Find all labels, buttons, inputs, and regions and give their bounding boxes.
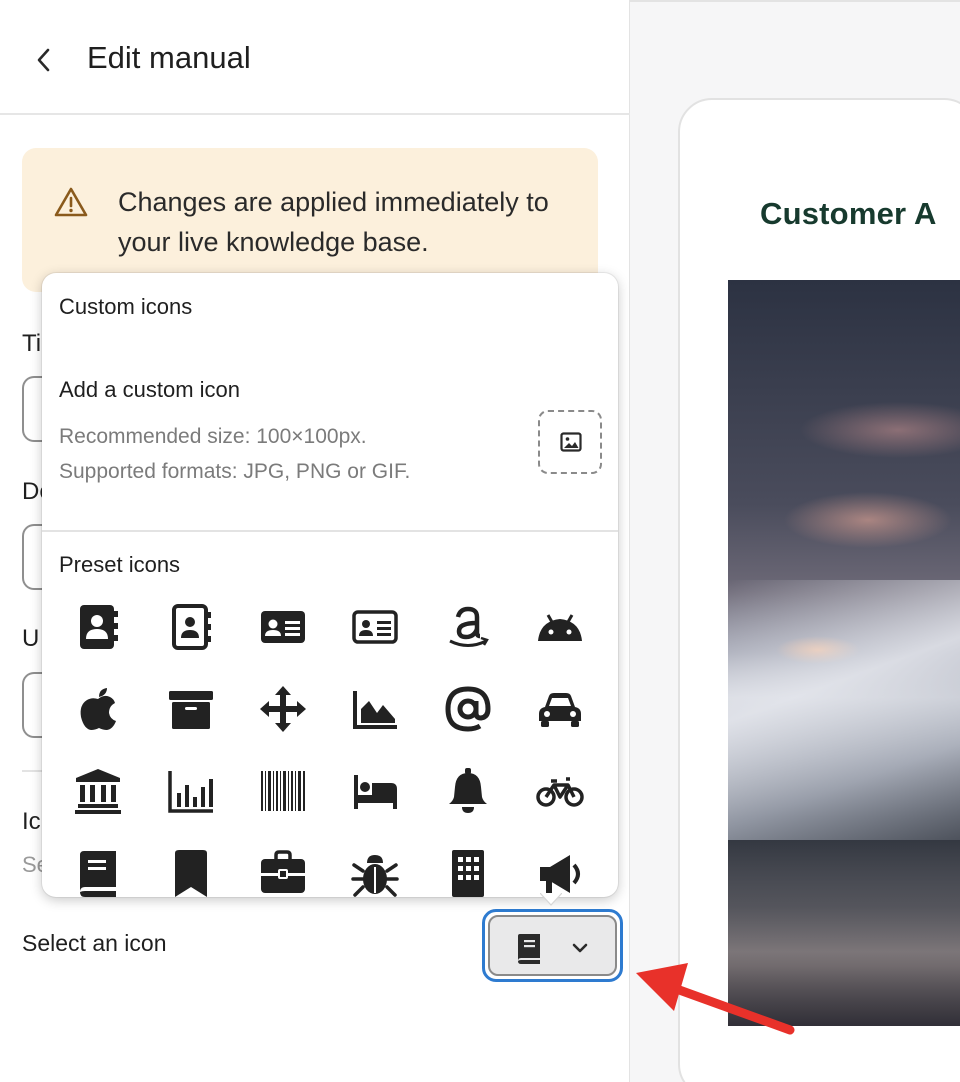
bug-icon — [351, 855, 399, 897]
icon-picker-popover: Custom icons Add a custom icon Recommend… — [42, 273, 618, 897]
custom-icons-heading: Custom icons — [59, 294, 193, 319]
warning-banner: Changes are applied immediately to your … — [22, 148, 598, 292]
apple-icon — [80, 688, 116, 730]
annotation-arrow — [636, 963, 795, 1035]
page-title: Edit manual — [87, 40, 251, 75]
preset-icon-bicycle[interactable] — [524, 755, 596, 827]
custom-icon-description: Recommended size: 100×100px. Supported f… — [59, 419, 410, 489]
add-custom-icon-title: Add a custom icon — [59, 377, 240, 402]
chevron-left-icon — [37, 48, 50, 72]
id-card-outline-icon — [352, 610, 398, 644]
preset-icon-apple[interactable] — [62, 673, 134, 745]
title-label: Ti — [22, 330, 42, 357]
preset-icons-heading: Preset icons — [59, 552, 181, 577]
preset-icon-amazon[interactable] — [432, 591, 504, 663]
bar-chart-icon — [168, 771, 213, 813]
preset-icon-megaphone[interactable] — [524, 837, 596, 897]
amazon-icon — [449, 606, 489, 647]
panel-header: Edit manual — [0, 2, 630, 115]
preset-icon-bell[interactable] — [432, 755, 504, 827]
preset-icon-bug[interactable] — [339, 837, 411, 897]
url-label: U — [22, 625, 40, 652]
customer-name: Customer A — [760, 196, 937, 231]
archive-box-icon — [169, 691, 213, 729]
megaphone-icon — [540, 855, 580, 895]
move-arrows-icon — [260, 686, 306, 732]
icon-section-label: Ic — [22, 808, 41, 835]
at-sign-icon — [445, 686, 491, 732]
preset-icon-briefcase[interactable] — [247, 837, 319, 897]
warning-text: Changes are applied immediately to your … — [118, 187, 549, 257]
bank-icon — [75, 769, 121, 814]
car-icon — [539, 693, 581, 727]
preset-icon-bookmark[interactable] — [155, 837, 227, 897]
preset-icon-archive-box[interactable] — [155, 673, 227, 745]
popover-divider — [42, 530, 618, 532]
book-icon — [518, 934, 540, 964]
preset-icon-book[interactable] — [62, 837, 134, 897]
preset-icon-bar-chart[interactable] — [155, 755, 227, 827]
custom-icon-size-hint: Recommended size: 100×100px. — [59, 425, 367, 448]
custom-icon-format-hint: Supported formats: JPG, PNG or GIF. — [59, 460, 411, 483]
icon-select-inner — [488, 915, 617, 976]
chevron-down-icon — [572, 943, 588, 953]
bicycle-icon — [536, 777, 584, 807]
building-icon — [452, 850, 484, 897]
preset-icon-car[interactable] — [524, 673, 596, 745]
preset-icon-id-card-outline[interactable] — [339, 591, 411, 663]
preset-icon-bank[interactable] — [62, 755, 134, 827]
id-card-icon — [261, 611, 305, 643]
popover-caret — [540, 893, 562, 906]
hero-snow-layer — [728, 580, 960, 840]
preset-icon-barcode[interactable] — [247, 755, 319, 827]
preset-icon-id-card[interactable] — [247, 591, 319, 663]
briefcase-icon — [261, 850, 305, 893]
hero-image — [728, 280, 960, 1026]
icon-select-button[interactable] — [482, 909, 623, 982]
bed-icon — [354, 775, 397, 809]
preset-icon-building[interactable] — [432, 837, 504, 897]
bell-icon — [449, 768, 487, 813]
preset-icon-contact-book[interactable] — [155, 591, 227, 663]
contact-book-icon — [172, 604, 211, 650]
barcode-icon — [261, 771, 305, 811]
preset-icon-android[interactable] — [524, 591, 596, 663]
image-icon — [560, 432, 582, 452]
select-icon-label: Select an icon — [22, 930, 167, 956]
area-chart-icon — [353, 691, 397, 729]
preset-icon-bed[interactable] — [339, 755, 411, 827]
upload-custom-icon-button[interactable] — [538, 410, 602, 474]
book-icon — [80, 851, 116, 897]
preset-icon-move[interactable] — [247, 673, 319, 745]
preview-frame: Customer A — [678, 98, 960, 1082]
warning-triangle-icon — [54, 187, 88, 217]
preset-icon-at[interactable] — [432, 673, 504, 745]
preset-icon-area-chart[interactable] — [339, 673, 411, 745]
address-book-icon — [80, 605, 118, 649]
preset-icon-address-book[interactable] — [62, 591, 134, 663]
back-button[interactable] — [28, 40, 60, 80]
android-icon — [538, 614, 582, 641]
bookmark-icon — [175, 850, 207, 897]
